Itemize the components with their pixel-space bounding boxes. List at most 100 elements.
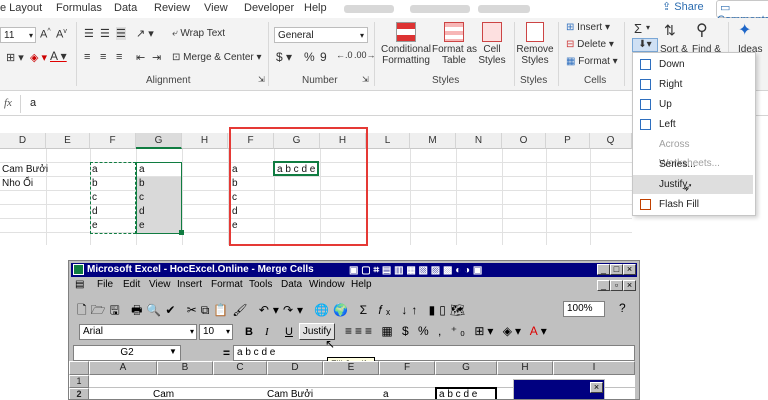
format-button[interactable]: ▦ Format ▾ (566, 56, 618, 67)
currency-icon[interactable]: $ ▾ (276, 50, 292, 64)
menu-data[interactable]: Data (281, 279, 302, 290)
tab-data[interactable]: Data (114, 2, 137, 14)
tab-developer[interactable]: Developer (244, 2, 294, 14)
share-button[interactable]: ⇪ Share (662, 0, 704, 16)
menu-item-right[interactable]: Right (633, 75, 753, 94)
wrap-text-button[interactable]: ⤶ Wrap Text (172, 28, 225, 39)
menu-view[interactable]: View (149, 279, 171, 290)
grow-font-icon[interactable]: A^ (40, 28, 51, 41)
column-header[interactable]: F (379, 361, 435, 375)
close-button[interactable]: × (590, 382, 603, 393)
column-header[interactable]: Q (590, 133, 632, 149)
font-size-box-legacy[interactable]: 10 ▾ (199, 324, 233, 340)
cell-g[interactable]: d (139, 206, 145, 217)
chevron-down-icon[interactable]: ▼ (169, 347, 177, 356)
borders-icon[interactable]: ⊞ ▾ (6, 51, 24, 64)
format-as-table-button[interactable]: Format as Table (432, 22, 477, 66)
number-format-box[interactable]: General ▾ (274, 27, 368, 43)
dialog-launcher-icon[interactable]: ⇲ (362, 75, 369, 84)
menu-help[interactable]: Help (351, 279, 372, 290)
merge-center-button[interactable]: ⊡ Merge & Center ▾ (172, 52, 262, 63)
comma-button[interactable]: 9 (320, 50, 327, 64)
cell-styles-button[interactable]: Cell Styles (474, 22, 510, 66)
column-header[interactable]: C (213, 361, 267, 375)
legacy-cell-f2[interactable]: a (383, 389, 389, 399)
menu-tools[interactable]: Tools (249, 279, 272, 290)
bold-button[interactable]: B (245, 326, 253, 338)
standard-toolbar[interactable]: 🗋🗁🖫 🖶🔍✔ ✂⧉📋🖌 ↶▾↷▾ 🌐🌍 Σ 𝑓ₓ ↓↑ ▮▯🗺 (77, 301, 469, 322)
formula-input[interactable]: a (30, 97, 36, 109)
comments-button[interactable]: ▭ Comments (716, 0, 768, 26)
row-header[interactable]: 1 (69, 375, 89, 388)
menu-item-series[interactable]: Series... (633, 155, 753, 174)
font-name-box[interactable]: Arial ▾ (79, 324, 197, 340)
delete-button[interactable]: ⊟ Delete ▾ (566, 39, 614, 50)
fx-icon[interactable]: fx (4, 97, 12, 109)
menu-item-justify[interactable]: Justify ➶ (633, 175, 753, 194)
find-select-icon[interactable]: ⚲ (696, 20, 708, 40)
cell-f[interactable]: c (92, 192, 97, 203)
dialog-launcher-icon[interactable]: ⇲ (258, 75, 265, 84)
column-header[interactable]: N (456, 133, 502, 149)
menu-insert[interactable]: Insert (177, 279, 202, 290)
close-button[interactable]: × (623, 264, 636, 275)
doc-restore-button[interactable]: ▫ (610, 280, 623, 291)
legacy-cell-g2[interactable]: a b c d e (439, 389, 477, 399)
column-header[interactable]: O (502, 133, 546, 149)
percent-button[interactable]: % (304, 50, 315, 64)
autosum-button[interactable]: Σ (634, 21, 642, 36)
font-color-icon[interactable]: A ▾ (50, 49, 67, 63)
sort-filter-icon[interactable]: ⇅ (664, 22, 676, 39)
menu-file[interactable]: File (97, 279, 113, 290)
align-bottom-icon[interactable]: ☰ (116, 27, 126, 40)
doc-minimize-button[interactable]: _ (597, 280, 610, 291)
align-right-icon[interactable]: ≡ (116, 51, 122, 63)
menu-edit[interactable]: Edit (123, 279, 140, 290)
increase-indent-icon[interactable]: ⇥ (152, 51, 161, 64)
align-top-icon[interactable]: ☰ (84, 27, 94, 40)
remove-styles-button[interactable]: Remove Styles (516, 22, 554, 66)
tab-view[interactable]: View (204, 2, 228, 14)
ideas-icon[interactable]: ✦ (738, 20, 751, 40)
cell-g[interactable]: e (139, 220, 145, 231)
chevron-down-icon[interactable]: ▾ (646, 23, 650, 32)
cell-f[interactable]: e (92, 220, 98, 231)
tab-help[interactable]: Help (304, 2, 327, 14)
column-header[interactable]: F (90, 133, 136, 149)
cell-g[interactable]: a (139, 164, 145, 175)
decrease-indent-icon[interactable]: ⇤ (136, 51, 145, 64)
decrease-decimal-icon[interactable]: .00→ (354, 50, 376, 60)
row-header[interactable]: 2 (69, 388, 89, 399)
fill-button[interactable]: ⬇▾ (632, 38, 658, 52)
insert-button[interactable]: ⊞ Insert ▾ (566, 22, 610, 33)
shrink-font-icon[interactable]: Av (56, 28, 67, 41)
cell-f[interactable]: d (92, 206, 98, 217)
increase-decimal-icon[interactable]: ←.0 (336, 50, 353, 60)
menu-item-left[interactable]: Left (633, 115, 753, 134)
column-header[interactable]: I (553, 361, 635, 375)
column-header[interactable]: L (366, 133, 410, 149)
column-header[interactable]: P (546, 133, 590, 149)
font-size-box[interactable]: 11 ▾ (0, 27, 36, 43)
column-header-selected[interactable]: G (136, 133, 182, 149)
conditional-formatting-button[interactable]: Conditional Formatting (380, 22, 432, 66)
italic-button[interactable]: I (265, 326, 269, 338)
floating-toolbar[interactable]: × (513, 379, 605, 399)
column-header[interactable]: E (46, 133, 90, 149)
column-header[interactable]: D (267, 361, 323, 375)
cell-g[interactable]: c (139, 192, 144, 203)
menu-format[interactable]: Format (211, 279, 243, 290)
menu-item-flash-fill[interactable]: Flash Fill (633, 195, 753, 214)
cell-f[interactable]: b (92, 178, 98, 189)
doc-close-button[interactable]: × (623, 280, 636, 291)
column-header[interactable]: E (323, 361, 379, 375)
select-all-corner[interactable] (69, 361, 89, 375)
cell-d[interactable]: Nho Ổi (2, 178, 33, 189)
menu-item-down[interactable]: Down (633, 55, 753, 74)
tab-page-layout[interactable]: e Layout (0, 2, 42, 14)
menu-item-up[interactable]: Up (633, 95, 753, 114)
help-icon[interactable]: ? (619, 301, 626, 315)
column-header[interactable]: G (435, 361, 497, 375)
align-middle-icon[interactable]: ☰ (100, 27, 110, 40)
column-header[interactable]: D (0, 133, 46, 149)
